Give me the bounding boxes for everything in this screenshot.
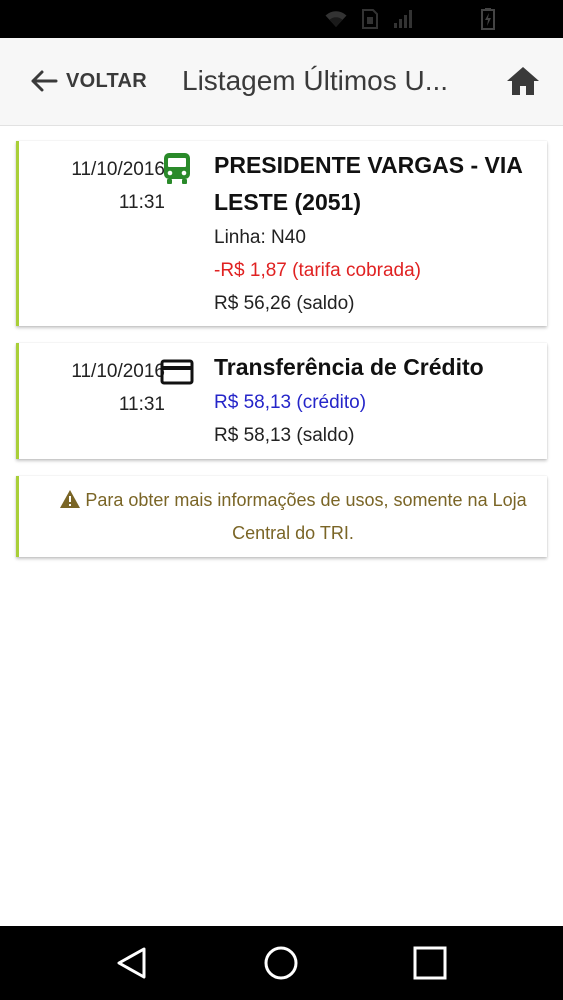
arrow-left-icon [31,70,58,92]
sim-icon [362,9,378,29]
transaction-title: Transferência de Crédito [214,354,484,380]
transaction-datetime: 11/10/2016 11:31 [37,355,165,421]
transaction-amount: R$ 58,13 (crédito) [214,392,367,413]
back-triangle-icon [117,947,146,979]
battery-icon [481,8,495,30]
transaction-date: 11/10/2016 [71,361,165,382]
back-button[interactable]: VOLTAR [30,64,147,98]
home-icon [507,67,539,95]
status-bar [0,0,563,38]
signal-icon [394,10,412,28]
nav-home-button[interactable] [263,945,299,981]
transaction-info: PRESIDENTE VARGAS - VIA LESTE (2051) Lin… [214,147,544,320]
back-label: VOLTAR [66,69,148,92]
transaction-balance: R$ 58,13 (saldo) [214,425,355,446]
app-header: VOLTAR Listagem Últimos U... [0,38,563,126]
transaction-datetime: 11/10/2016 11:31 [37,153,165,219]
bus-icon [164,153,190,184]
recents-square-icon [413,946,447,980]
transaction-info: Transferência de Crédito R$ 58,13 (crédi… [214,349,544,452]
notice: Para obter mais informações de usos, som… [43,484,543,550]
transaction-line: Linha: N40 [214,227,306,248]
credit-card-icon [160,359,194,385]
page-title: Listagem Últimos U... [182,65,449,96]
transaction-date: 11/10/2016 [71,159,165,180]
transaction-card[interactable]: 11/10/2016 11:31 Transferência de Crédit… [16,343,547,459]
transaction-title: PRESIDENTE VARGAS - VIA LESTE (2051) [214,152,522,215]
notice-text: Para obter mais informações de usos, som… [85,490,527,543]
transaction-amount: -R$ 1,87 (tarifa cobrada) [214,260,421,281]
transaction-balance: R$ 56,26 (saldo) [214,293,355,314]
navigation-bar [0,926,563,1000]
warning-icon [60,490,81,508]
notice-card: Para obter mais informações de usos, som… [16,476,547,557]
status-icons [325,8,495,30]
transaction-time: 11:31 [118,394,165,415]
wifi-icon [325,11,347,27]
nav-back-button[interactable] [114,945,150,981]
nav-recents-button[interactable] [412,945,448,981]
home-button[interactable] [505,64,541,98]
transaction-card[interactable]: 11/10/2016 11:31 PRESIDENTE VARGAS - VIA… [16,141,547,326]
transaction-time: 11:31 [118,192,165,213]
home-circle-icon [264,946,298,980]
